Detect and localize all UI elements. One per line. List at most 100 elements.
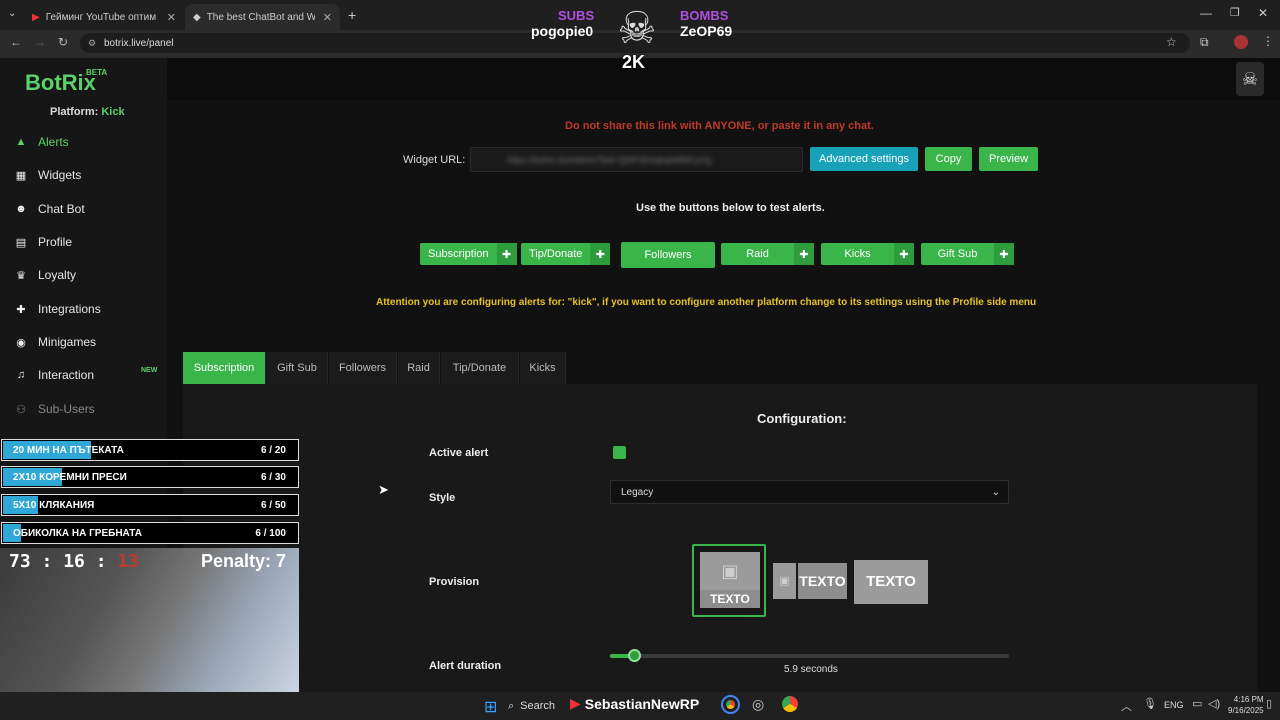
- sidebar-item-alerts[interactable]: ▲ Alerts: [14, 135, 69, 149]
- image-placeholder-icon: ▣: [773, 563, 796, 599]
- slider-handle[interactable]: [628, 649, 641, 662]
- sidebar-item-label: Integrations: [38, 302, 101, 316]
- test-button-label: Tip/Donate: [529, 248, 583, 260]
- preview-button[interactable]: Preview: [979, 147, 1038, 171]
- tab-kicks[interactable]: Kicks: [520, 352, 566, 384]
- network-icon[interactable]: ▭: [1192, 697, 1202, 710]
- minimize-button[interactable]: —: [1200, 6, 1212, 20]
- clock-time: 4:16 PM: [1233, 695, 1264, 704]
- start-icon[interactable]: ⊞: [484, 697, 497, 717]
- tab-list-icon[interactable]: ⌄: [8, 8, 16, 19]
- streamer-avatar-icon[interactable]: ☠: [1236, 62, 1264, 96]
- test-subscription-button[interactable]: Subscription ✚: [420, 243, 517, 265]
- tab-title: Гейминг YouTube оптимизаци: [45, 11, 156, 23]
- plus-icon: ✚: [794, 243, 814, 265]
- url-text: botrix.live/panel: [104, 37, 174, 49]
- tab-tip-donate[interactable]: Tip/Donate: [441, 352, 519, 384]
- alert-duration-slider[interactable]: [610, 649, 1009, 662]
- tab-title: The best ChatBot and Widgets: [206, 11, 315, 23]
- widget-url-label: Widget URL:: [403, 154, 466, 166]
- subs-label: SUBS: [558, 8, 595, 23]
- widget-url-input[interactable]: https://botrix.live/alerts?bid=QbfFWnbjk…: [470, 147, 803, 172]
- close-icon[interactable]: ✕: [323, 11, 332, 24]
- music-icon: ♫: [16, 369, 26, 381]
- clock-date: 9/16/2025: [1228, 706, 1264, 715]
- new-tab-button[interactable]: +: [348, 7, 356, 23]
- sidebar-item-widgets[interactable]: ▦ Widgets: [14, 168, 82, 182]
- new-badge: NEW: [141, 367, 158, 374]
- active-alert-checkbox[interactable]: [613, 446, 626, 459]
- provision-option-text-overlay[interactable]: TEXTO: [854, 560, 928, 604]
- timer-hours: 73: [9, 551, 31, 572]
- goal-count: 6 / 50: [260, 499, 286, 511]
- sidebar-item-chat-bot[interactable]: ☻ Chat Bot: [14, 202, 85, 216]
- image-placeholder-icon: ▣: [700, 552, 760, 590]
- sidebar-item-label: Chat Bot: [38, 202, 85, 216]
- language-indicator[interactable]: ENG: [1164, 700, 1184, 710]
- browser-tab-1[interactable]: ▶ Гейминг YouTube оптимизаци ✕: [24, 4, 184, 30]
- bookmark-star-icon[interactable]: ☆: [1166, 35, 1177, 49]
- forward-button[interactable]: →: [34, 35, 46, 49]
- close-icon[interactable]: ✕: [167, 11, 176, 24]
- steam-icon[interactable]: ◎: [752, 696, 764, 713]
- notification-icon[interactable]: ▯: [1266, 697, 1272, 710]
- test-gift-sub-button[interactable]: Gift Sub ✚: [921, 243, 1014, 265]
- browser-tab-2[interactable]: ◆ The best ChatBot and Widgets ✕: [185, 4, 340, 30]
- tab-raid[interactable]: Raid: [398, 352, 440, 384]
- microphone-icon[interactable]: 🎙: [1143, 697, 1157, 710]
- goal-count: 6 / 30: [260, 471, 286, 483]
- extensions-icon[interactable]: ⧉: [1200, 35, 1209, 50]
- goal-count: 6 / 20: [260, 444, 286, 456]
- test-button-label: Followers: [644, 249, 692, 261]
- trophy-icon: ♛: [16, 269, 26, 282]
- close-window-button[interactable]: ✕: [1258, 6, 1268, 20]
- chrome-active-icon[interactable]: [782, 696, 798, 712]
- sidebar-item-interaction[interactable]: ♫ Interaction: [14, 368, 94, 382]
- test-kicks-button[interactable]: Kicks ✚: [821, 243, 914, 265]
- test-button-label: Raid: [746, 248, 769, 260]
- sidebar-item-profile[interactable]: ▤ Profile: [14, 235, 72, 249]
- volume-icon[interactable]: ◁): [1208, 697, 1220, 710]
- provision-option-image-above[interactable]: ▣ TEXTO: [692, 544, 766, 617]
- search-label: Search: [520, 700, 556, 712]
- reload-button[interactable]: ↻: [58, 35, 68, 49]
- tab-followers[interactable]: Followers: [329, 352, 397, 384]
- goal-label: ОБИКОЛКА НА ГРЕБНАТА: [13, 527, 142, 539]
- provision-option-image-left[interactable]: ▣ TEXTO: [773, 563, 847, 599]
- advanced-settings-button[interactable]: Advanced settings: [810, 147, 918, 171]
- profile-avatar[interactable]: [1234, 35, 1248, 49]
- sidebar-item-loyalty[interactable]: ♛ Loyalty: [14, 268, 76, 282]
- configuration-panel: [183, 384, 1257, 692]
- test-button-label: Kicks: [844, 248, 871, 260]
- back-button[interactable]: ←: [10, 35, 22, 49]
- chrome-icon[interactable]: [721, 695, 740, 714]
- puzzle-icon: ✚: [16, 303, 26, 316]
- sidebar-item-sub-users[interactable]: ⚇ Sub-Users: [14, 402, 95, 416]
- search-icon: ⌕: [508, 699, 515, 712]
- id-card-icon: ▤: [15, 236, 27, 249]
- tab-gift-sub[interactable]: Gift Sub: [267, 352, 328, 384]
- clock[interactable]: 4:16 PM 9/16/2025: [1228, 694, 1264, 716]
- users-icon: ⚇: [16, 403, 26, 416]
- copy-button[interactable]: Copy: [925, 147, 972, 171]
- test-instruction: Use the buttons below to test alerts.: [636, 202, 825, 214]
- test-tip-donate-button[interactable]: Tip/Donate ✚: [521, 243, 611, 265]
- menu-icon[interactable]: ⋮: [1262, 34, 1274, 48]
- test-followers-button[interactable]: Followers: [621, 242, 715, 268]
- plus-icon: ✚: [590, 243, 611, 265]
- sidebar-item-label: Interaction: [38, 368, 95, 382]
- plus-icon: ✚: [994, 243, 1014, 265]
- platform-attention: Attention you are configuring alerts for…: [376, 297, 1037, 308]
- timer-seconds: 13: [117, 551, 140, 572]
- test-raid-button[interactable]: Raid ✚: [721, 243, 814, 265]
- goal-bar: 2X10 КОРЕМНИ ПРЕСИ 6 / 30: [1, 466, 299, 488]
- site-info-icon[interactable]: ⚙: [88, 38, 96, 49]
- tab-subscription[interactable]: Subscription: [183, 352, 266, 384]
- widget-url-text: https://botrix.live/alerts?bid=QbfFWnbjk…: [507, 154, 712, 165]
- sidebar-item-minigames[interactable]: ◉ Minigames: [14, 335, 96, 349]
- sidebar-item-integrations[interactable]: ✚ Integrations: [14, 302, 101, 316]
- style-select[interactable]: Legacy ⌄: [610, 480, 1009, 504]
- taskbar-search[interactable]: ⌕ Search: [508, 696, 568, 716]
- chevron-up-icon[interactable]: ︿: [1121, 698, 1132, 714]
- restore-button[interactable]: ❐: [1230, 6, 1240, 19]
